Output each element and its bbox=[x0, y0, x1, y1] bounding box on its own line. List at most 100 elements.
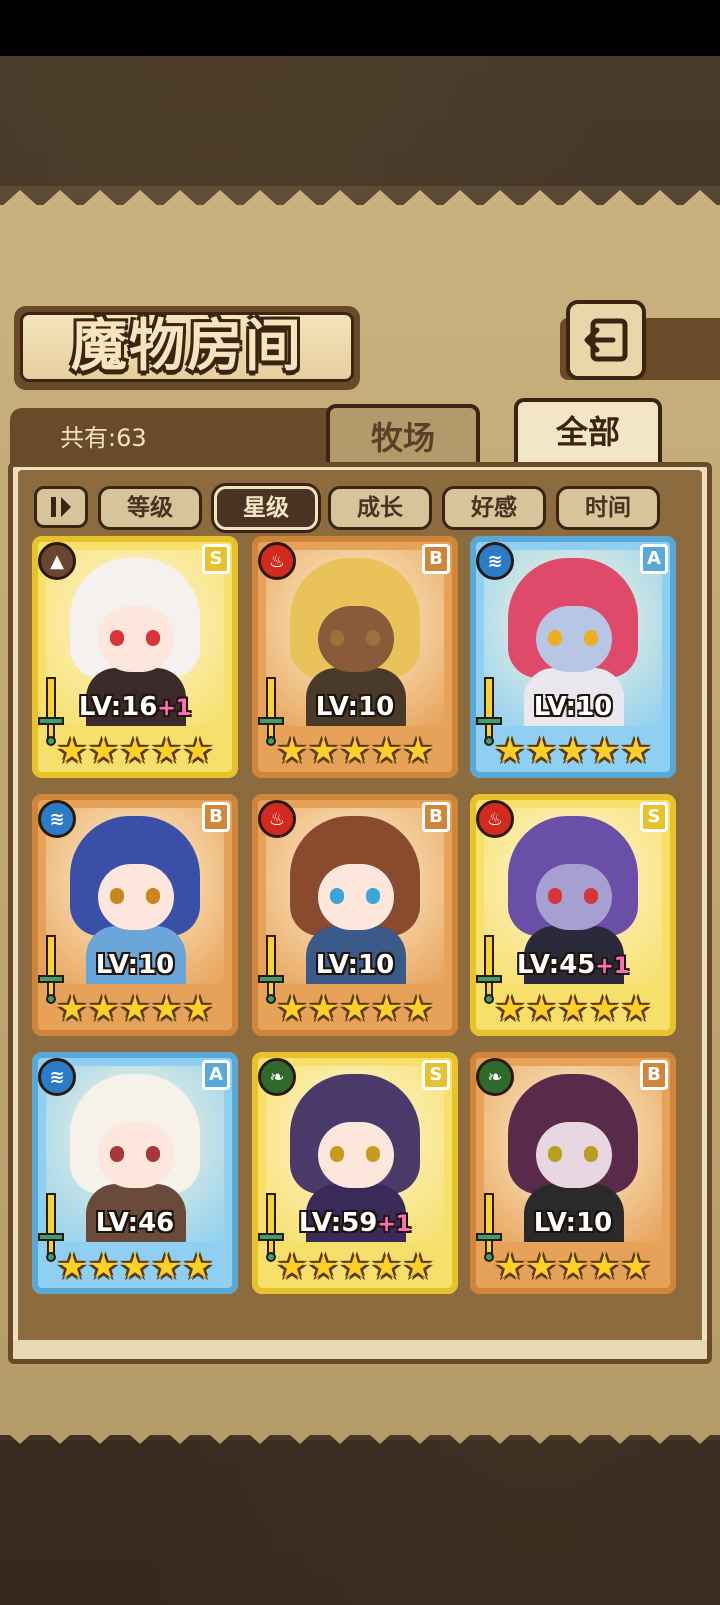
monster-card[interactable]: ≋ B LV:10 ★ ★ ★ ★ ★ bbox=[32, 794, 238, 1036]
star-icon: ★ bbox=[494, 1247, 526, 1287]
page-title: 魔物房间 bbox=[71, 314, 303, 379]
level-value: LV:10 bbox=[95, 950, 175, 980]
star-icon: ★ bbox=[119, 989, 151, 1029]
flame-icon: ♨ bbox=[258, 800, 296, 838]
sort-order-toggle[interactable] bbox=[34, 486, 88, 528]
star-icon: ★ bbox=[276, 731, 308, 771]
filter-time[interactable]: 时间 bbox=[556, 486, 660, 530]
star-icon: ★ bbox=[182, 1247, 214, 1287]
star-rating: ★ ★ ★ ★ ★ bbox=[56, 1248, 214, 1286]
star-icon: ★ bbox=[402, 731, 434, 771]
star-icon: ★ bbox=[119, 731, 151, 771]
star-icon: ★ bbox=[182, 989, 214, 1029]
star-icon: ★ bbox=[402, 989, 434, 1029]
star-icon: ★ bbox=[56, 731, 88, 771]
level-label: LV:46 bbox=[32, 1208, 238, 1238]
level-label: LV:45+1 bbox=[470, 950, 676, 980]
star-icon: ★ bbox=[308, 989, 339, 1029]
tab-all[interactable]: 全部 bbox=[514, 398, 662, 462]
water-waves-icon: ≋ bbox=[476, 542, 514, 580]
level-value: LV:10 bbox=[533, 692, 613, 722]
star-icon: ★ bbox=[371, 989, 402, 1029]
rank-badge: B bbox=[422, 802, 450, 832]
background-shade-top bbox=[0, 56, 720, 186]
star-icon: ★ bbox=[276, 989, 308, 1029]
star-icon: ★ bbox=[589, 731, 620, 771]
star-rating: ★ ★ ★ ★ ★ bbox=[276, 732, 434, 770]
star-icon: ★ bbox=[88, 1247, 119, 1287]
star-icon: ★ bbox=[526, 731, 557, 771]
level-label: LV:59+1 bbox=[252, 1208, 458, 1238]
level-value: LV:16 bbox=[78, 692, 158, 722]
rank-badge: B bbox=[202, 802, 230, 832]
sort-order-toggle-icon bbox=[51, 497, 71, 517]
status-bar bbox=[0, 0, 720, 56]
rank-badge: B bbox=[640, 1060, 668, 1090]
star-icon: ★ bbox=[402, 1247, 434, 1287]
monster-card[interactable]: ❧ S LV:59+1 ★ ★ ★ ★ ★ bbox=[252, 1052, 458, 1294]
total-count: 共有:63 bbox=[60, 424, 147, 452]
monster-card[interactable]: ♨ B LV:10 ★ ★ ★ ★ ★ bbox=[252, 794, 458, 1036]
back-button[interactable] bbox=[566, 300, 646, 380]
star-icon: ★ bbox=[557, 731, 589, 771]
star-icon: ★ bbox=[308, 1247, 339, 1287]
level-bonus: +1 bbox=[595, 954, 630, 979]
level-value: LV:10 bbox=[315, 692, 395, 722]
level-label: LV:10 bbox=[252, 692, 458, 722]
level-value: LV:45 bbox=[516, 950, 596, 980]
monster-card[interactable]: ▲ S LV:16+1 ★ ★ ★ ★ ★ bbox=[32, 536, 238, 778]
star-icon: ★ bbox=[620, 989, 652, 1029]
rank-badge: A bbox=[640, 544, 668, 574]
return-arrow-icon bbox=[584, 318, 628, 362]
star-rating: ★ ★ ★ ★ ★ bbox=[56, 732, 214, 770]
water-waves-icon: ≋ bbox=[38, 1058, 76, 1096]
monster-card[interactable]: ♨ S LV:45+1 ★ ★ ★ ★ ★ bbox=[470, 794, 676, 1036]
star-icon: ★ bbox=[88, 731, 119, 771]
star-icon: ★ bbox=[88, 989, 119, 1029]
level-label: LV:10 bbox=[252, 950, 458, 980]
star-icon: ★ bbox=[526, 1247, 557, 1287]
star-icon: ★ bbox=[182, 731, 214, 771]
monster-card[interactable]: ❧ B LV:10 ★ ★ ★ ★ ★ bbox=[470, 1052, 676, 1294]
level-label: LV:10 bbox=[470, 692, 676, 722]
star-rating: ★ ★ ★ ★ ★ bbox=[276, 1248, 434, 1286]
rank-badge: A bbox=[202, 1060, 230, 1090]
star-icon: ★ bbox=[557, 989, 589, 1029]
star-icon: ★ bbox=[620, 1247, 652, 1287]
leaf-icon: ❧ bbox=[258, 1058, 296, 1096]
rank-badge: S bbox=[202, 544, 230, 574]
star-icon: ★ bbox=[151, 1247, 182, 1287]
star-icon: ★ bbox=[371, 731, 402, 771]
level-label: LV:10 bbox=[32, 950, 238, 980]
leaf-icon: ❧ bbox=[476, 1058, 514, 1096]
star-icon: ★ bbox=[276, 1247, 308, 1287]
background-shade-bottom bbox=[0, 1440, 720, 1605]
panel-bottom-edge bbox=[8, 1340, 712, 1364]
star-icon: ★ bbox=[557, 1247, 589, 1287]
filter-affection[interactable]: 好感 bbox=[442, 486, 546, 530]
rank-badge: B bbox=[422, 544, 450, 574]
level-label: LV:16+1 bbox=[32, 692, 238, 722]
level-value: LV:10 bbox=[315, 950, 395, 980]
star-rating: ★ ★ ★ ★ ★ bbox=[494, 990, 652, 1028]
star-icon: ★ bbox=[339, 1247, 371, 1287]
star-icon: ★ bbox=[371, 1247, 402, 1287]
filter-level[interactable]: 等级 bbox=[98, 486, 202, 530]
level-bonus: +1 bbox=[377, 1212, 412, 1237]
star-icon: ★ bbox=[620, 731, 652, 771]
filter-growth[interactable]: 成长 bbox=[328, 486, 432, 530]
flame-icon: ♨ bbox=[476, 800, 514, 838]
star-icon: ★ bbox=[56, 989, 88, 1029]
monster-card[interactable]: ♨ B LV:10 ★ ★ ★ ★ ★ bbox=[252, 536, 458, 778]
level-value: LV:59 bbox=[298, 1208, 378, 1238]
monster-card[interactable]: ≋ A LV:46 ★ ★ ★ ★ ★ bbox=[32, 1052, 238, 1294]
filter-star[interactable]: 星级 bbox=[214, 486, 318, 530]
star-icon: ★ bbox=[151, 731, 182, 771]
star-icon: ★ bbox=[589, 989, 620, 1029]
star-icon: ★ bbox=[151, 989, 182, 1029]
level-value: LV:10 bbox=[533, 1208, 613, 1238]
monster-card[interactable]: ≋ A LV:10 ★ ★ ★ ★ ★ bbox=[470, 536, 676, 778]
tab-ranch[interactable]: 牧场 bbox=[326, 404, 480, 468]
level-bonus: +1 bbox=[157, 696, 192, 721]
rank-badge: S bbox=[640, 802, 668, 832]
